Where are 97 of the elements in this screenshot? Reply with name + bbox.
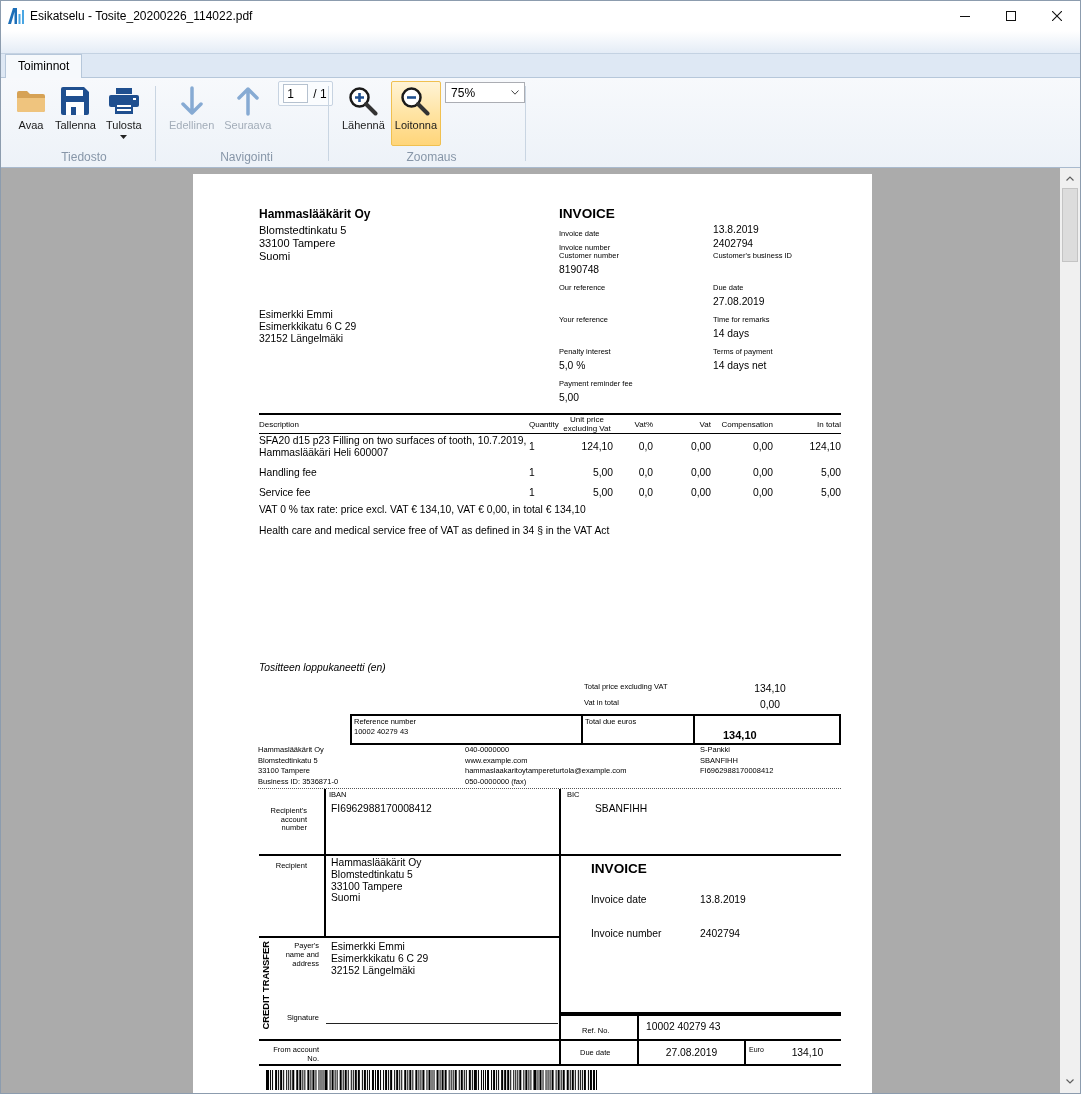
table-cell-text: 124,10: [580, 441, 613, 453]
address-line: 33100 Tampere: [331, 880, 403, 893]
table-cell-text: 124,10: [808, 441, 841, 453]
column-header: Quantity: [529, 419, 560, 429]
table-cell-text: 1: [529, 487, 536, 499]
table-cell-text: 5,00: [819, 487, 841, 499]
app-icon: [8, 8, 24, 24]
table-cell-text: 0,00: [689, 487, 711, 499]
table-cell-text: 0,00: [689, 467, 711, 479]
address-line: Suomi: [259, 250, 291, 263]
amount-value: 134,10: [791, 1045, 824, 1060]
table-cell-text: 5,00: [591, 467, 613, 479]
table-cell-text: 0,0: [637, 487, 653, 499]
table-cell-text: 0,0: [637, 467, 653, 479]
field-value: 14 days net: [713, 359, 767, 373]
folder-icon: [17, 90, 45, 112]
address-line: Esimerkkikatu 6 C 29: [331, 953, 429, 965]
address-line: Hammaslääkärit Oy: [331, 857, 422, 869]
print-button[interactable]: Tulosta: [102, 81, 146, 146]
table-cell-text: 0,00: [751, 467, 773, 479]
printer-icon: [108, 88, 139, 114]
arrow-down-icon: [180, 86, 203, 116]
window-title: Esikatselu - Tosite_20200226_114022.pdf: [30, 9, 253, 23]
reference-number: 10002 40279 43: [646, 1020, 721, 1034]
address-line: 32152 Längelmäki: [331, 965, 416, 977]
field-value: 14 days: [713, 327, 750, 341]
total-value: 134,10: [754, 682, 786, 696]
minimize-icon: [960, 15, 970, 17]
bic-value: SBANFIHH: [595, 802, 648, 816]
vat-note: Health care and medical service free of VAT as defined in 34 § in the VAT Act: [259, 524, 610, 537]
maximize-icon: [1006, 11, 1016, 21]
group-label: Zoomaus: [406, 149, 457, 165]
column-header: Compensation: [720, 419, 773, 429]
caret-down-icon: [1066, 1079, 1074, 1084]
credit-transfer-label: CREDIT TRANSFER: [260, 941, 272, 1030]
total-value: 0,00: [759, 698, 780, 712]
table-cell-text: 1: [529, 441, 536, 453]
column-header: Vat: [698, 419, 711, 429]
field-value: 27.08.2019: [713, 295, 765, 309]
table-cell-text: Handling fee: [259, 467, 318, 479]
field-value: 2402794: [700, 927, 741, 941]
field-value: 5,0 %: [559, 359, 586, 373]
open-button[interactable]: Avaa: [13, 81, 49, 146]
address-line: 32152 Längelmäki: [259, 333, 344, 345]
close-icon: [1052, 11, 1062, 21]
save-button[interactable]: Tallenna: [51, 81, 100, 146]
address-line: Esimerkki Emmi: [259, 309, 333, 321]
table-cell-text: 0,00: [751, 487, 773, 499]
field-value: 5,00: [559, 391, 580, 405]
table-cell-text: 0,0: [637, 441, 653, 453]
address-line: Blomstedtinkatu 5: [331, 868, 413, 881]
field-label: Invoice number: [591, 928, 662, 939]
chevron-down-icon: [511, 90, 519, 95]
table-cell-text: 0,00: [751, 441, 773, 453]
group-label: Navigointi: [220, 149, 273, 165]
address-line: 33100 Tampere: [259, 237, 336, 250]
page-number-field[interactable]: 1: [283, 84, 309, 103]
company-name: Hammaslääkärit Oy: [259, 206, 371, 222]
column-header: In total: [816, 419, 841, 429]
field-value: 2402794: [713, 237, 754, 251]
zoom-in-button[interactable]: Lähennä: [338, 81, 389, 146]
page-count: / 1: [313, 86, 327, 101]
vat-summary: VAT 0 % tax rate: price excl. VAT € 134,10, VAT € 0,00, in total € 134,10: [259, 503, 586, 516]
table-cell-text: 5,00: [819, 467, 841, 479]
table-cell-text: SFA20 d15 p23 Filling on two surfaces of tooth, 10.7.2019, Hammaslääkäri Heli 600007: [259, 435, 528, 459]
zoom-in-icon: [348, 86, 378, 116]
zoom-dropdown[interactable]: 75%: [445, 82, 525, 103]
address-line: Esimerkkikatu 6 C 29: [259, 321, 357, 333]
field-label: Invoice date: [591, 894, 647, 905]
field-value: 13.8.2019: [700, 893, 746, 907]
iban-value: FI6962988170008412: [331, 802, 432, 816]
column-header: Description: [259, 419, 300, 429]
table-cell-text: 0,00: [689, 441, 711, 453]
zoom-out-icon: [401, 86, 431, 116]
ribbon-tab[interactable]: Toiminnot: [5, 54, 83, 78]
due-date-value: 27.08.2019: [665, 1045, 718, 1060]
caret-up-icon: [1066, 176, 1074, 181]
group-label: Tiedosto: [61, 149, 107, 165]
table-cell-text: 1: [529, 467, 536, 479]
invoice-title: INVOICE: [559, 206, 615, 222]
total-due-amount: 134,10: [723, 728, 757, 742]
column-header: Unit price excluding Vat: [562, 415, 612, 433]
invoice-title: INVOICE: [591, 861, 647, 877]
address-line: Suomi: [331, 892, 361, 905]
caret-down-icon: [120, 135, 128, 139]
table-cell-text: Service fee: [259, 487, 312, 499]
address-line: Esimerkki Emmi: [331, 941, 405, 953]
column-header: Vat%: [633, 419, 653, 429]
scrollbar-thumb[interactable]: [1062, 188, 1078, 262]
closing-note: Tositteen loppukaneetti (en): [259, 661, 386, 675]
table-cell-text: 5,00: [591, 487, 613, 499]
field-value: 8190748: [559, 263, 600, 277]
field-value: 13.8.2019: [713, 223, 759, 237]
arrow-up-icon: [236, 86, 259, 116]
address-line: Blomstedtinkatu 5: [259, 224, 347, 237]
zoom-out-button[interactable]: Loitonna: [390, 81, 442, 146]
scrollbar[interactable]: [1060, 168, 1080, 1093]
